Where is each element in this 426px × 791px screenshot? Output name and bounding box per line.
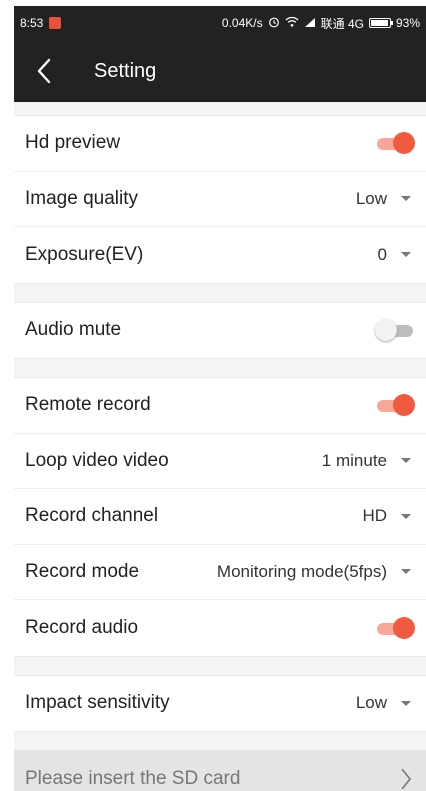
chevron-right-icon (401, 768, 412, 789)
setting-label: Remote record (25, 394, 151, 416)
setting-label: Record mode (25, 560, 140, 582)
caret-down-icon (401, 252, 411, 258)
setting-label: Image quality (25, 187, 139, 209)
setting-label: Loop video video (25, 449, 169, 471)
impact-sensitivity-dropdown[interactable]: Low (356, 693, 415, 713)
section-audio: Audio mute (14, 302, 426, 358)
network-speed: 0.04K/s (221, 16, 263, 30)
section-preview: Hd preview Image quality Low Exposure(EV… (14, 116, 426, 283)
setting-label: Exposure(EV) (25, 243, 144, 265)
record-mode-dropdown[interactable]: Monitoring mode(5fps) (217, 562, 415, 582)
status-bar: 8:53 0.04K/s 联通 4G 93% (14, 6, 426, 40)
section-record: Remote record Loop video video 1 minute … (14, 378, 426, 656)
section-divider (14, 655, 426, 676)
caret-down-icon (401, 700, 411, 706)
setting-exposure[interactable]: Exposure(EV) 0 (14, 227, 426, 283)
caret-down-icon (401, 458, 411, 464)
setting-record-channel[interactable]: Record channel HD (14, 489, 426, 545)
dropdown-value: Low (355, 188, 387, 208)
setting-label: Hd preview (25, 132, 121, 154)
remote-record-toggle[interactable] (375, 393, 415, 417)
caret-down-icon (401, 196, 411, 202)
title-bar: Setting (14, 40, 426, 102)
dropdown-value: 1 minute (321, 450, 387, 470)
wifi-icon (285, 16, 299, 30)
status-right: 0.04K/s 联通 4G 93% (222, 15, 420, 32)
setting-record-audio[interactable]: Record audio (14, 600, 426, 656)
sd-card-row[interactable]: Please insert the SD card (14, 751, 426, 791)
status-time: 8:53 (20, 16, 44, 30)
setting-hd-preview[interactable]: Hd preview (14, 116, 426, 172)
caret-down-icon (401, 513, 411, 519)
chevron-left-icon (37, 58, 51, 84)
dropdown-value: Monitoring mode(5fps) (216, 561, 387, 581)
carrier-label: 联通 4G (320, 16, 364, 31)
sd-card-label: Please insert the SD card (25, 767, 241, 789)
setting-label: Record channel (25, 505, 159, 527)
section-impact: Impact sensitivity Low (14, 675, 426, 731)
setting-label: Audio mute (25, 319, 122, 341)
setting-impact-sensitivity[interactable]: Impact sensitivity Low (14, 675, 426, 731)
setting-audio-mute[interactable]: Audio mute (14, 302, 426, 358)
setting-label: Record audio (25, 616, 139, 638)
record-channel-dropdown[interactable]: HD (362, 506, 415, 526)
setting-remote-record[interactable]: Remote record (14, 378, 426, 434)
dropdown-value: 0 (377, 244, 387, 264)
section-divider (14, 102, 426, 116)
setting-record-mode[interactable]: Record mode Monitoring mode(5fps) (14, 544, 426, 600)
setting-loop-video[interactable]: Loop video video 1 minute (14, 433, 426, 489)
setting-label: Impact sensitivity (25, 692, 170, 714)
exposure-dropdown[interactable]: 0 (378, 245, 415, 265)
audio-mute-toggle[interactable] (375, 318, 415, 342)
back-button[interactable] (14, 40, 74, 102)
battery-icon (368, 18, 393, 28)
setting-image-quality[interactable]: Image quality Low (14, 171, 426, 227)
section-divider (14, 731, 426, 751)
section-divider (14, 282, 426, 303)
section-divider (14, 358, 426, 378)
signal-icon (304, 16, 316, 30)
loop-video-dropdown[interactable]: 1 minute (322, 451, 415, 471)
dropdown-value: HD (362, 506, 387, 526)
page-title: Setting (94, 59, 157, 82)
alarm-icon (268, 16, 280, 31)
hd-preview-toggle[interactable] (375, 131, 415, 155)
image-quality-dropdown[interactable]: Low (356, 189, 415, 209)
battery-percent: 93% (395, 16, 420, 30)
app-frame: 8:53 0.04K/s 联通 4G 93% Setting Hd previe… (14, 6, 426, 791)
record-audio-toggle[interactable] (375, 616, 415, 640)
caret-down-icon (401, 569, 411, 575)
dropdown-value: Low (355, 693, 387, 713)
notification-icon (49, 17, 62, 29)
